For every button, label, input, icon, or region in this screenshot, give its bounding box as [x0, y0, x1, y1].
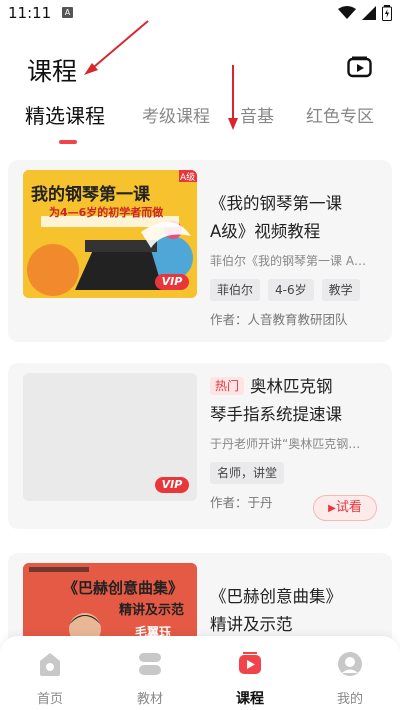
course-title-line: 奥林匹克钢 [250, 377, 333, 396]
nav-label: 首页 [36, 692, 63, 707]
profile-icon [338, 652, 362, 676]
notification-a-icon: A [62, 7, 73, 18]
signal-icon [362, 6, 376, 20]
course-author: 作者：人音教育教研团队 [210, 312, 348, 327]
status-time: 11:11 [8, 4, 52, 22]
tab-red-zone[interactable]: 红色专区 [306, 102, 374, 127]
video-play-icon[interactable] [347, 56, 373, 78]
course-description: 菲伯尔《我的钢琴第一课 A… [210, 254, 367, 268]
course-tag: 名师，讲堂 [210, 462, 285, 484]
nav-label: 我的 [336, 692, 363, 707]
course-info: 热门 奥林匹克钢 琴手指系统提速课 于丹老师开讲“奥林匹克钢… 名师，讲堂 作者：… [210, 373, 380, 511]
course-title: 《我的钢琴第一课 A级》视频教程 [210, 190, 380, 246]
nav-label: 课程 [236, 691, 264, 707]
course-title-line: A级》视频教程 [210, 222, 321, 241]
course-title-line: 《我的钢琴第一课 [210, 194, 342, 213]
trial-watch-label: 试看 [335, 500, 362, 515]
course-tags: 菲伯尔 4-6岁 教学 [210, 279, 380, 301]
home-icon [40, 653, 60, 676]
hot-badge: 热门 [210, 377, 245, 395]
course-tags: 名师，讲堂 [210, 462, 380, 484]
status-bar: 11:11 A [0, 0, 400, 28]
course-title: 《巴赫创意曲集》 精讲及示范 [210, 583, 380, 639]
cover-heading: 《巴赫创意曲集》 [63, 579, 184, 597]
cover-subtitle: 精讲及示范 [119, 603, 185, 618]
nav-textbook[interactable]: 教材 [120, 650, 180, 707]
course-title: 热门 奥林匹克钢 琴手指系统提速课 [210, 373, 380, 429]
vip-badge: VIP [155, 274, 189, 290]
course-tag: 4-6岁 [268, 279, 314, 301]
cover-heading: 我的钢琴第一课 [31, 185, 150, 205]
cover-subtitle: 为4—6岁的初学者而做 [49, 206, 164, 219]
tab-featured[interactable]: 精选课程 [25, 100, 105, 129]
course-info: 《我的钢琴第一课 A级》视频教程 菲伯尔《我的钢琴第一课 A… 菲伯尔 4-6岁… [210, 190, 380, 328]
tab-music-basics[interactable]: 音基 [240, 102, 274, 127]
course-tabs: 精选课程 考级课程 音基 红色专区 [0, 102, 400, 142]
battery-icon [382, 5, 392, 21]
page-title: 课程 [27, 57, 78, 86]
bottom-navigation: 首页 教材 课程 我的 [0, 636, 400, 710]
course-card[interactable]: 我的钢琴第一课 A级 为4—6岁的初学者而做 VIP 《我的钢琴第一课 A级》视… [8, 160, 392, 342]
wifi-icon [338, 6, 356, 19]
course-play-icon [239, 652, 261, 674]
tab-exam-courses[interactable]: 考级课程 [142, 102, 210, 127]
play-triangle-icon: ▶ [328, 503, 336, 514]
course-card[interactable]: VIP 热门 奥林匹克钢 琴手指系统提速课 于丹老师开讲“奥林匹克钢… 名师，讲堂… [8, 363, 392, 529]
nav-label: 教材 [136, 692, 163, 707]
course-title-line: 精讲及示范 [210, 615, 293, 634]
vip-badge: VIP [155, 477, 189, 493]
course-tag: 菲伯尔 [210, 279, 261, 301]
tab-active-indicator [59, 140, 77, 144]
nav-home[interactable]: 首页 [20, 650, 80, 707]
trial-watch-button[interactable]: ▶试看 [313, 495, 377, 521]
cover-level: A级 [180, 173, 196, 183]
course-description: 于丹老师开讲“奥林匹克钢… [210, 437, 361, 451]
course-title-line: 《巴赫创意曲集》 [210, 587, 342, 606]
course-title-line: 琴手指系统提速课 [210, 405, 342, 424]
textbook-icon [139, 653, 161, 675]
course-info: 《巴赫创意曲集》 精讲及示范 [210, 583, 380, 639]
nav-profile[interactable]: 我的 [320, 650, 380, 707]
course-tag: 教学 [321, 279, 360, 301]
status-icons [338, 5, 392, 21]
course-cover-image: 我的钢琴第一课 A级 为4—6岁的初学者而做 VIP [23, 170, 197, 298]
nav-course[interactable]: 课程 [220, 650, 280, 708]
course-cover-image: VIP [23, 373, 197, 501]
